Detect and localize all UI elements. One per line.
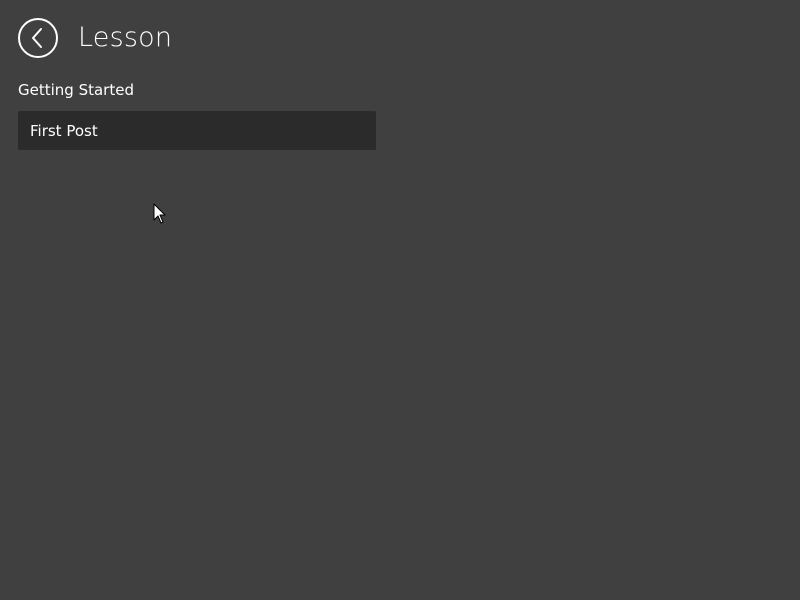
section-heading: Getting Started xyxy=(18,81,134,99)
back-arrow-icon xyxy=(32,28,42,48)
mouse-cursor-icon xyxy=(153,203,166,224)
lesson-page: Lesson Getting Started First Post xyxy=(0,0,800,600)
list-item[interactable]: First Post xyxy=(18,111,376,150)
back-button[interactable] xyxy=(18,18,58,58)
list-item-label: First Post xyxy=(30,121,98,140)
page-title: Lesson xyxy=(78,22,173,53)
header: Lesson xyxy=(18,18,172,58)
lesson-list: First Post xyxy=(18,111,376,150)
